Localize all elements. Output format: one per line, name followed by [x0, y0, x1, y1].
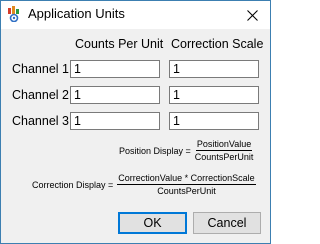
position-display-numerator: PositionValue — [195, 139, 253, 151]
window-title: Application Units — [28, 6, 125, 21]
channel-2-counts-per-unit-input[interactable] — [70, 86, 160, 104]
position-display-formula: Position Display = PositionValue CountsP… — [119, 139, 253, 162]
correction-display-numerator: CorrectionValue * CorrectionScale — [117, 173, 256, 185]
channel-2-correction-scale-input[interactable] — [169, 86, 259, 104]
correction-display-formula: Correction Display = CorrectionValue * C… — [32, 173, 256, 196]
column-header-correction-scale: Correction Scale — [171, 37, 264, 51]
row-label-channel-2: Channel 2 — [12, 88, 69, 102]
ok-button[interactable]: OK — [118, 212, 187, 234]
correction-display-denominator: CountsPerUnit — [157, 186, 216, 196]
row-label-channel-1: Channel 1 — [12, 62, 69, 76]
application-units-dialog: Application Units Counts Per Unit Correc… — [0, 0, 271, 244]
channel-3-correction-scale-input[interactable] — [169, 112, 259, 130]
position-display-label: Position Display = — [119, 145, 191, 156]
title-bar: Application Units — [1, 1, 270, 29]
correction-display-label: Correction Display = — [32, 179, 114, 190]
column-header-counts-per-unit: Counts Per Unit — [75, 37, 164, 51]
cancel-button[interactable]: Cancel — [193, 212, 261, 234]
close-icon — [246, 9, 258, 21]
correction-display-fraction: CorrectionValue * CorrectionScale Counts… — [117, 173, 256, 196]
channel-1-correction-scale-input[interactable] — [169, 60, 259, 78]
close-button[interactable] — [240, 4, 264, 26]
position-display-fraction: PositionValue CountsPerUnit — [195, 139, 254, 162]
row-label-channel-3: Channel 3 — [12, 114, 69, 128]
channel-3-counts-per-unit-input[interactable] — [70, 112, 160, 130]
position-display-denominator: CountsPerUnit — [194, 152, 254, 162]
application-units-icon — [7, 6, 21, 23]
channel-1-counts-per-unit-input[interactable] — [70, 60, 160, 78]
